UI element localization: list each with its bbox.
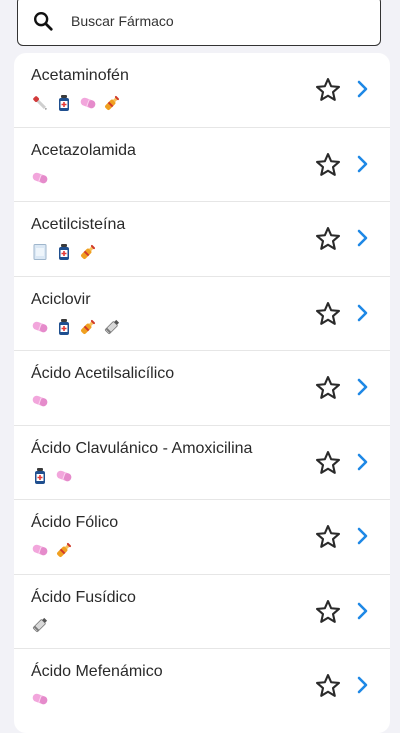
drug-name: Acetaminofén	[31, 67, 129, 84]
bottle-icon	[55, 318, 73, 336]
favorite-star-icon[interactable]	[314, 672, 342, 700]
chevron-right-icon[interactable]	[356, 229, 368, 247]
favorite-star-icon[interactable]	[314, 598, 342, 626]
drug-name: Ácido Clavulánico - Amoxicilina	[31, 439, 253, 457]
dosage-forms	[31, 690, 49, 708]
dosage-forms	[31, 467, 73, 485]
dosage-forms	[31, 541, 73, 559]
tube-icon	[103, 318, 121, 336]
drug-row[interactable]: Acetazolamida	[14, 126, 390, 202]
drug-name: Ácido Acetilsalicílico	[31, 365, 175, 382]
drug-row[interactable]: Ácido Fusídico	[14, 573, 390, 649]
bottle-icon	[55, 94, 73, 112]
pill-icon	[31, 392, 49, 410]
chevron-right-icon[interactable]	[356, 602, 368, 620]
drug-row[interactable]: Ácido Mefenámico	[14, 648, 390, 723]
drug-name: Ácido Mefenámico	[31, 663, 163, 680]
favorite-star-icon[interactable]	[314, 523, 342, 551]
tube-icon	[31, 616, 49, 634]
chevron-right-icon[interactable]	[356, 527, 368, 545]
chevron-right-icon[interactable]	[356, 378, 368, 396]
drug-row[interactable]: Acetilcisteína	[14, 201, 390, 276]
search-bar[interactable]	[17, 0, 381, 46]
drug-name: Aciclovir	[31, 290, 91, 308]
pill-icon	[79, 94, 97, 112]
ampoule-icon	[103, 94, 121, 112]
dosage-forms	[31, 169, 49, 187]
dropper-icon	[31, 94, 49, 112]
bottle-icon	[55, 243, 73, 261]
drug-row[interactable]: Ácido Acetilsalicílico	[14, 350, 390, 425]
chevron-right-icon[interactable]	[356, 676, 368, 694]
sachet-icon	[31, 243, 49, 261]
chevron-right-icon[interactable]	[356, 155, 368, 173]
dosage-forms	[31, 94, 121, 112]
favorite-star-icon[interactable]	[314, 300, 342, 328]
search-icon	[34, 12, 53, 31]
dosage-forms	[31, 616, 49, 634]
drug-name: Ácido Fólico	[31, 514, 119, 531]
favorite-star-icon[interactable]	[314, 449, 342, 477]
pill-icon	[31, 169, 49, 187]
chevron-right-icon[interactable]	[356, 453, 368, 471]
pill-icon	[31, 318, 49, 336]
drug-row[interactable]: Ácido Fólico	[14, 499, 390, 574]
drug-row[interactable]: Aciclovir	[14, 275, 390, 351]
pill-icon	[31, 541, 49, 559]
drug-name: Acetazolamida	[31, 141, 136, 159]
pill-icon	[31, 690, 49, 708]
favorite-star-icon[interactable]	[314, 225, 342, 253]
favorite-star-icon[interactable]	[314, 151, 342, 179]
drug-list: Acetaminofén Acetazolamida Acetilcisteína A…	[14, 53, 390, 733]
dosage-forms	[31, 318, 121, 336]
drug-row[interactable]: Acetaminofén	[14, 53, 390, 127]
dosage-forms	[31, 243, 97, 261]
bottle-icon	[31, 467, 49, 485]
drug-row[interactable]: Ácido Clavulánico - Amoxicilina	[14, 424, 390, 500]
ampoule-icon	[79, 243, 97, 261]
drug-name: Ácido Fusídico	[31, 588, 136, 606]
favorite-star-icon[interactable]	[314, 374, 342, 402]
chevron-right-icon[interactable]	[356, 80, 368, 98]
dosage-forms	[31, 392, 49, 410]
pill-icon	[55, 467, 73, 485]
favorite-star-icon[interactable]	[314, 76, 342, 104]
ampoule-icon	[79, 318, 97, 336]
chevron-right-icon[interactable]	[356, 304, 368, 322]
drug-name: Acetilcisteína	[31, 216, 126, 233]
search-input[interactable]	[71, 13, 321, 29]
ampoule-icon	[55, 541, 73, 559]
